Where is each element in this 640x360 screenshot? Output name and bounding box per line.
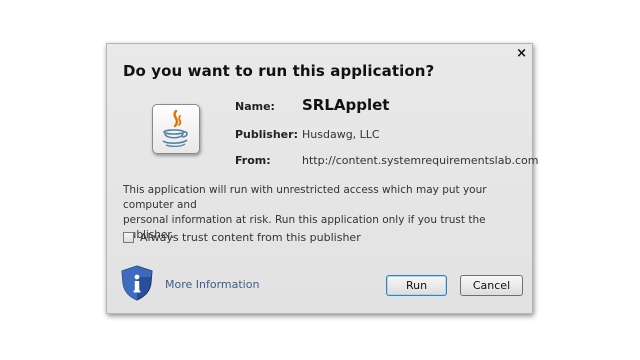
publisher-value: Husdawg, LLC — [302, 128, 380, 141]
name-label: Name: — [235, 100, 275, 113]
from-value: http://content.systemrequirementslab.com — [302, 154, 539, 167]
app-name-value: SRLApplet — [302, 96, 390, 114]
always-trust-label[interactable]: Always trust content from this publisher — [140, 231, 361, 244]
more-information-link[interactable]: More Information — [165, 278, 259, 291]
warning-line-1: This application will run with unrestric… — [123, 184, 487, 211]
from-label: From: — [235, 154, 271, 167]
java-icon — [152, 104, 200, 154]
java-security-dialog: × Do you want to run this application? N… — [106, 43, 538, 314]
always-trust-checkbox[interactable] — [123, 232, 134, 243]
dialog-title: Do you want to run this application? — [123, 62, 435, 80]
shield-info-icon — [120, 265, 154, 305]
cancel-button[interactable]: Cancel — [460, 275, 523, 296]
publisher-label: Publisher: — [235, 128, 298, 141]
always-trust-row[interactable]: Always trust content from this publisher — [123, 231, 361, 244]
close-icon[interactable]: × — [516, 46, 527, 62]
run-button[interactable]: Run — [386, 275, 447, 296]
